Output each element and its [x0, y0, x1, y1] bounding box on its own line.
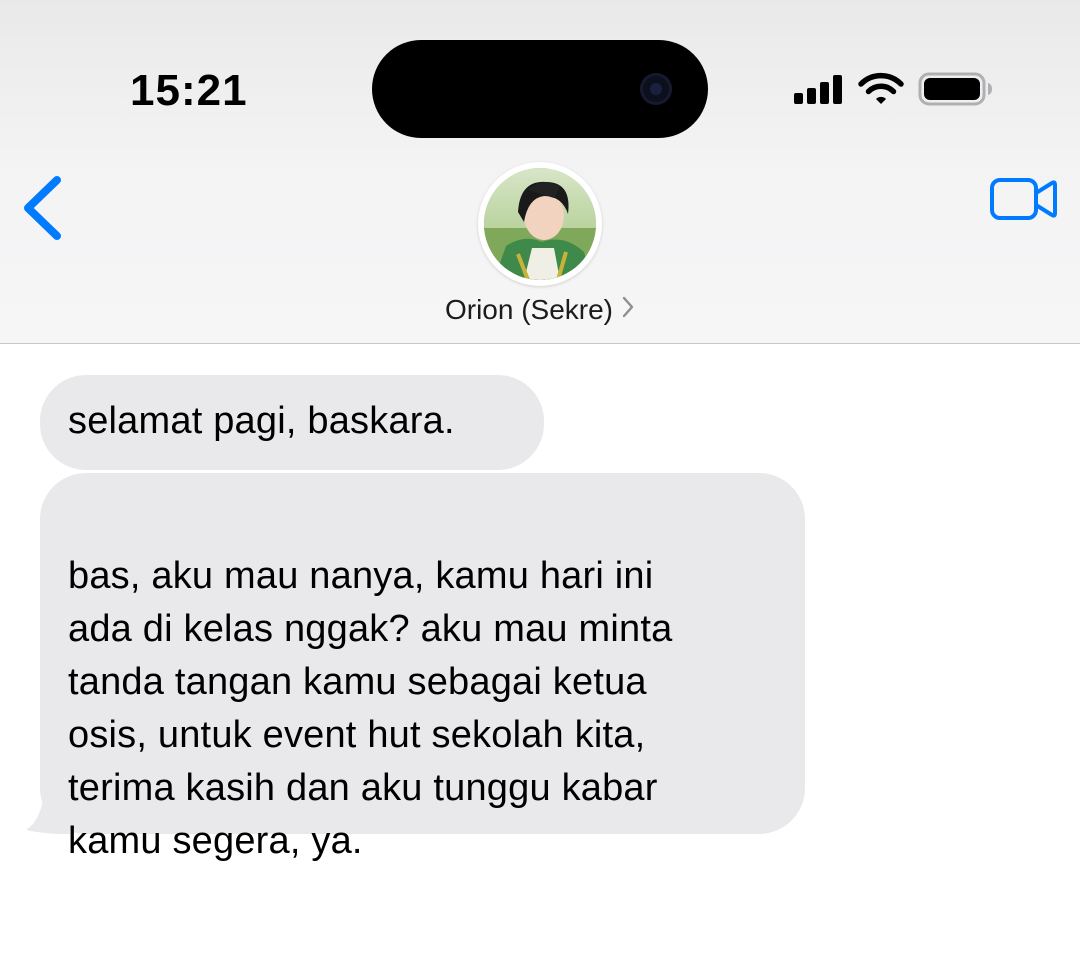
dynamic-island: [372, 40, 708, 138]
cellular-signal-icon: [794, 74, 844, 104]
contact-details-link[interactable]: Orion (Sekre): [0, 294, 1080, 326]
message-bubble-incoming[interactable]: selamat pagi, baskara.: [40, 375, 544, 470]
status-time: 15:21: [130, 66, 248, 115]
navigation-header: 15:21 Orion (Sekre): [0, 0, 1080, 344]
contact-name: Orion (Sekre): [444, 294, 614, 325]
back-button[interactable]: [14, 172, 74, 244]
chevron-left-icon: [24, 176, 61, 240]
avatar-photo: [484, 168, 596, 280]
message-text: selamat pagi, baskara.: [68, 400, 455, 442]
facetime-video-button[interactable]: [988, 176, 1060, 224]
battery-icon: [918, 70, 994, 108]
front-camera-icon: [640, 73, 672, 105]
message-text: bas, aku mau nanya, kamu hari ini ada di…: [68, 555, 673, 862]
wifi-icon: [858, 72, 904, 106]
contact-avatar[interactable]: [478, 162, 602, 286]
message-bubble-incoming[interactable]: bas, aku mau nanya, kamu hari ini ada di…: [40, 473, 805, 862]
chevron-right-icon: [621, 294, 635, 326]
video-camera-icon: [990, 178, 1057, 220]
